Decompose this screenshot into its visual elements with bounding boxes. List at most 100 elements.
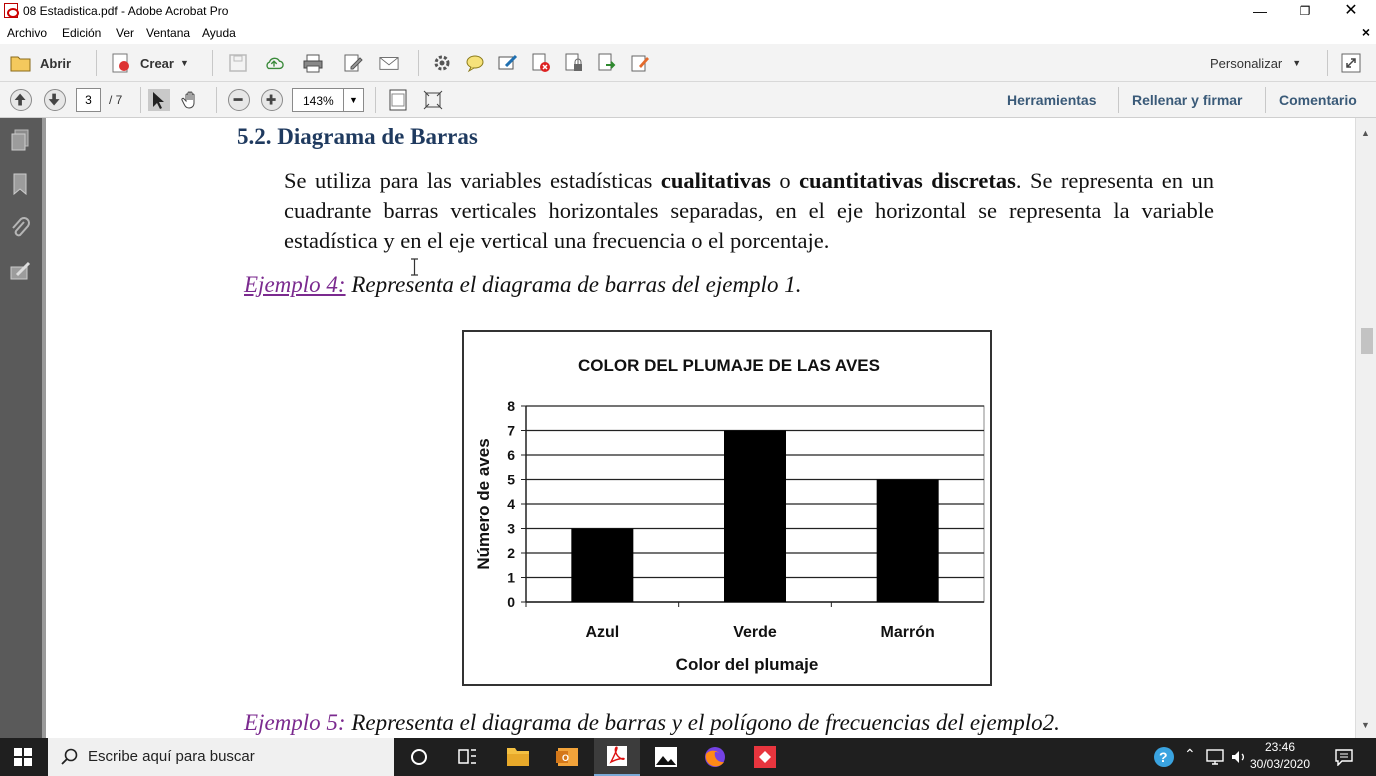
outlook-icon[interactable]: O (544, 738, 590, 776)
signatures-icon[interactable] (9, 260, 31, 284)
customize-button[interactable]: Personalizar ▼ (1210, 51, 1301, 75)
attachments-icon[interactable] (9, 216, 31, 240)
y-tick-label: 7 (507, 423, 515, 439)
page-number-input[interactable]: 3 (76, 88, 101, 112)
toolbar-divider (1265, 87, 1266, 113)
example-5: Ejemplo 5: Representa el diagrama de bar… (244, 710, 1060, 736)
firefox-icon[interactable] (692, 738, 738, 776)
chevron-down-icon: ▼ (343, 89, 363, 111)
page-thumbnails-icon[interactable] (9, 128, 31, 152)
toolbar-divider (96, 50, 97, 76)
zoom-select[interactable]: 143% ▼ (292, 88, 364, 112)
y-tick-label: 8 (507, 398, 515, 414)
x-tick-label: Verde (733, 624, 777, 641)
toolbar-divider (212, 50, 213, 76)
clock-time: 23:46 (1264, 740, 1296, 754)
expand-icon[interactable] (1341, 53, 1361, 73)
cortana-icon[interactable] (396, 738, 442, 776)
example-5-text: Representa el diagrama de barras y el po… (345, 710, 1060, 735)
print-icon[interactable] (303, 53, 323, 73)
export-document-icon[interactable] (597, 53, 617, 73)
svg-text:O: O (562, 753, 569, 763)
create-label: Crear (140, 55, 174, 71)
menu-bar: Archivo Edición Ver Ventana Ayuda × (0, 22, 1376, 44)
comment-bubble-icon[interactable] (465, 53, 485, 73)
file-explorer-icon[interactable] (495, 738, 541, 776)
hand-tool-icon[interactable] (181, 90, 201, 110)
close-document-icon[interactable]: × (1362, 24, 1370, 40)
form-edit-icon[interactable] (630, 53, 650, 73)
zoom-out-button[interactable] (228, 89, 250, 111)
windows-start-icon[interactable] (14, 748, 32, 766)
remove-document-icon[interactable] (531, 53, 551, 73)
menu-ventana[interactable]: Ventana (146, 26, 190, 40)
volume-icon[interactable] (1230, 749, 1248, 765)
tools-panel-link[interactable]: Herramientas (1007, 92, 1097, 108)
bar-azul (571, 528, 634, 602)
menu-ayuda[interactable]: Ayuda (202, 26, 236, 40)
close-button[interactable]: ✕ (1328, 1, 1374, 21)
scroll-down-arrow-icon[interactable]: ▼ (1361, 720, 1370, 730)
select-cursor-icon[interactable] (148, 89, 170, 111)
next-page-button[interactable] (44, 89, 66, 111)
x-tick-label: Azul (585, 624, 619, 641)
email-icon[interactable] (379, 53, 399, 73)
zoom-in-button[interactable] (261, 89, 283, 111)
svg-text:?: ? (1159, 749, 1168, 765)
network-icon[interactable] (1206, 749, 1224, 765)
create-button[interactable]: Crear ▼ (110, 51, 189, 75)
fit-page-icon[interactable] (387, 89, 409, 111)
example-4-link[interactable]: Ejemplo 4: (244, 272, 346, 297)
paragraph-bold-term: cualitativas (660, 168, 771, 193)
save-icon[interactable] (228, 53, 248, 73)
gear-icon[interactable] (432, 53, 452, 73)
tray-chevron-up-icon[interactable]: ⌃ (1184, 746, 1196, 763)
menu-archivo[interactable]: Archivo (7, 26, 47, 40)
y-tick-label: 5 (507, 472, 515, 488)
full-screen-icon[interactable] (422, 89, 444, 111)
paragraph-bold-term: cuantitativas discretas (799, 168, 1016, 193)
windows-taskbar: Escribe aquí para buscar O ? ⌃ 23:46 30/… (0, 738, 1376, 776)
edit-document-icon[interactable] (343, 53, 363, 73)
fill-sign-panel-link[interactable]: Rellenar y firmar (1132, 92, 1243, 108)
scroll-up-arrow-icon[interactable]: ▲ (1361, 128, 1370, 138)
document-view[interactable]: 5.2. Diagrama de Barras Se utiliza para … (42, 118, 1355, 738)
taskbar-search-box[interactable]: Escribe aquí para buscar (48, 738, 394, 776)
toolbar-divider (1118, 87, 1119, 113)
y-axis-label: Número de aves (474, 438, 493, 569)
y-tick-label: 3 (507, 521, 515, 537)
vertical-scrollbar[interactable]: ▲ ▼ (1355, 118, 1376, 738)
upload-cloud-icon[interactable] (264, 53, 284, 73)
example-4: Ejemplo 4: Representa el diagrama de bar… (244, 272, 801, 298)
toolbar-divider (375, 87, 376, 113)
acrobat-taskbar-button[interactable] (594, 738, 640, 776)
folder-icon (10, 56, 31, 72)
scroll-thumb[interactable] (1361, 328, 1373, 354)
x-axis-label: Color del plumaje (676, 655, 819, 674)
zoom-value: 143% (303, 94, 334, 108)
create-pdf-icon (112, 53, 129, 73)
open-button[interactable]: Abrir (10, 51, 71, 75)
minimize-button[interactable]: — (1237, 1, 1283, 21)
clock[interactable]: 23:46 30/03/2020 (1248, 739, 1312, 773)
notifications-icon[interactable] (1334, 748, 1354, 766)
menu-ver[interactable]: Ver (116, 26, 134, 40)
restore-button[interactable]: ❐ (1282, 1, 1328, 21)
anydesk-icon[interactable] (742, 738, 788, 776)
previous-page-button[interactable] (10, 89, 32, 111)
menu-edicion[interactable]: Edición (62, 26, 101, 40)
toolbar-divider (216, 87, 217, 113)
sign-pen-icon[interactable] (498, 53, 518, 73)
bookmarks-icon[interactable] (9, 172, 31, 196)
lock-document-icon[interactable] (564, 53, 584, 73)
paragraph-text: Se utiliza para las variables estadístic… (284, 168, 661, 193)
task-view-icon[interactable] (444, 738, 490, 776)
photos-icon[interactable] (643, 738, 689, 776)
help-icon[interactable]: ? (1153, 746, 1175, 768)
comment-panel-link[interactable]: Comentario (1279, 92, 1357, 108)
x-tick-label: Marrón (881, 624, 935, 641)
chevron-down-icon: ▼ (1292, 58, 1302, 68)
section-title: 5.2. Diagrama de Barras (237, 124, 478, 149)
bar-verde (724, 430, 786, 602)
arrow-up-icon (14, 93, 26, 106)
